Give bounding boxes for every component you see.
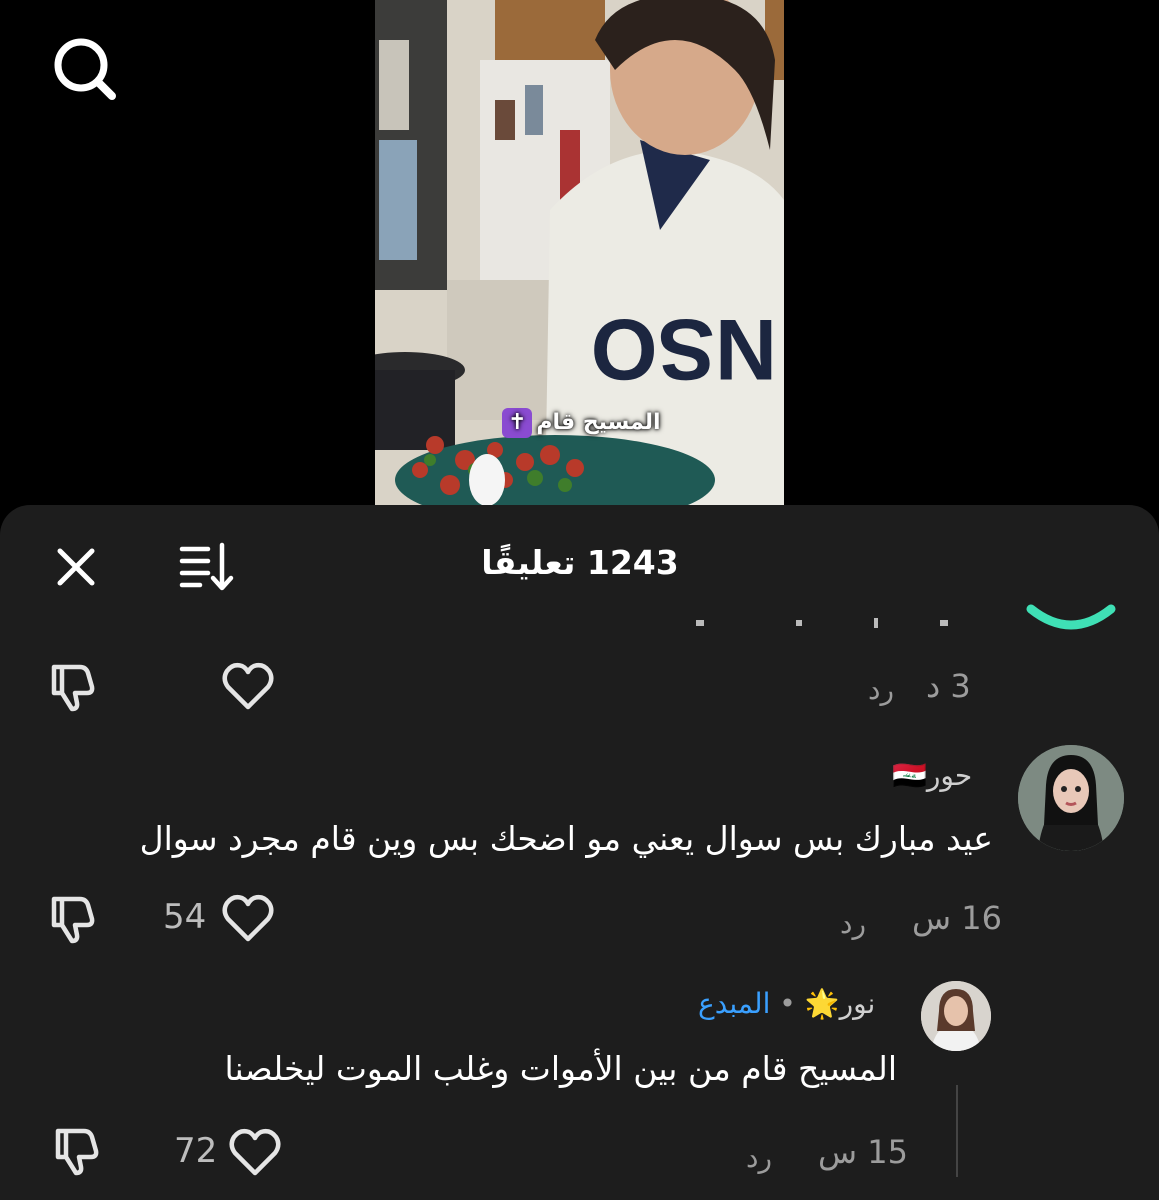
reply-link[interactable]: رد: [746, 1141, 772, 1174]
avatar[interactable]: [1018, 745, 1124, 851]
comment-time: 16 س: [912, 899, 1002, 937]
partial-avatar: [1025, 597, 1117, 637]
comments-sheet: 1243 تعليقًا رد 3 د حور🇮🇶 عيد مبارك بس س…: [0, 505, 1159, 1200]
comment-username[interactable]: حور🇮🇶: [892, 759, 972, 792]
sort-icon[interactable]: [178, 541, 236, 593]
avatar[interactable]: [921, 981, 991, 1051]
comment-text: المسيح قام من بين الأموات وغلب الموت ليخ…: [224, 1049, 897, 1088]
reply-link[interactable]: رد: [868, 673, 894, 706]
like-heart-icon[interactable]: [221, 893, 275, 947]
search-icon[interactable]: [48, 34, 120, 102]
svg-text:NSO: NSO: [591, 301, 777, 397]
iraq-flag-icon: 🇮🇶: [892, 759, 927, 792]
glowing-star-icon: 🌟: [804, 987, 840, 1020]
comment-time: 15 س: [818, 1133, 908, 1171]
close-icon[interactable]: [52, 543, 100, 591]
like-count: 54: [163, 897, 207, 937]
cross-icon: ✝: [502, 408, 533, 438]
reply-link[interactable]: رد: [840, 907, 866, 940]
comment-text: عيد مبارك بس سوال يعني مو اضحك بس وين قا…: [139, 819, 993, 858]
video-player[interactable]: NSO المسيح قام✝: [375, 0, 784, 505]
dislike-icon[interactable]: [48, 1125, 100, 1181]
comment-time: 3 د: [926, 667, 971, 705]
comment-username[interactable]: نور🌟 • المبدع: [698, 987, 875, 1020]
partial-comment-text: [690, 615, 990, 629]
comments-count-title: 1243 تعليقًا: [481, 543, 679, 582]
dislike-icon[interactable]: [44, 661, 96, 717]
like-count: 72: [174, 1131, 218, 1171]
like-heart-icon[interactable]: [228, 1127, 282, 1181]
thread-line: [956, 1085, 958, 1177]
video-area: NSO المسيح قام✝: [0, 0, 1159, 505]
video-caption: المسيح قام✝: [375, 408, 784, 438]
like-heart-icon[interactable]: [221, 661, 275, 715]
dislike-icon[interactable]: [44, 893, 96, 949]
creator-label: المبدع: [698, 987, 771, 1020]
